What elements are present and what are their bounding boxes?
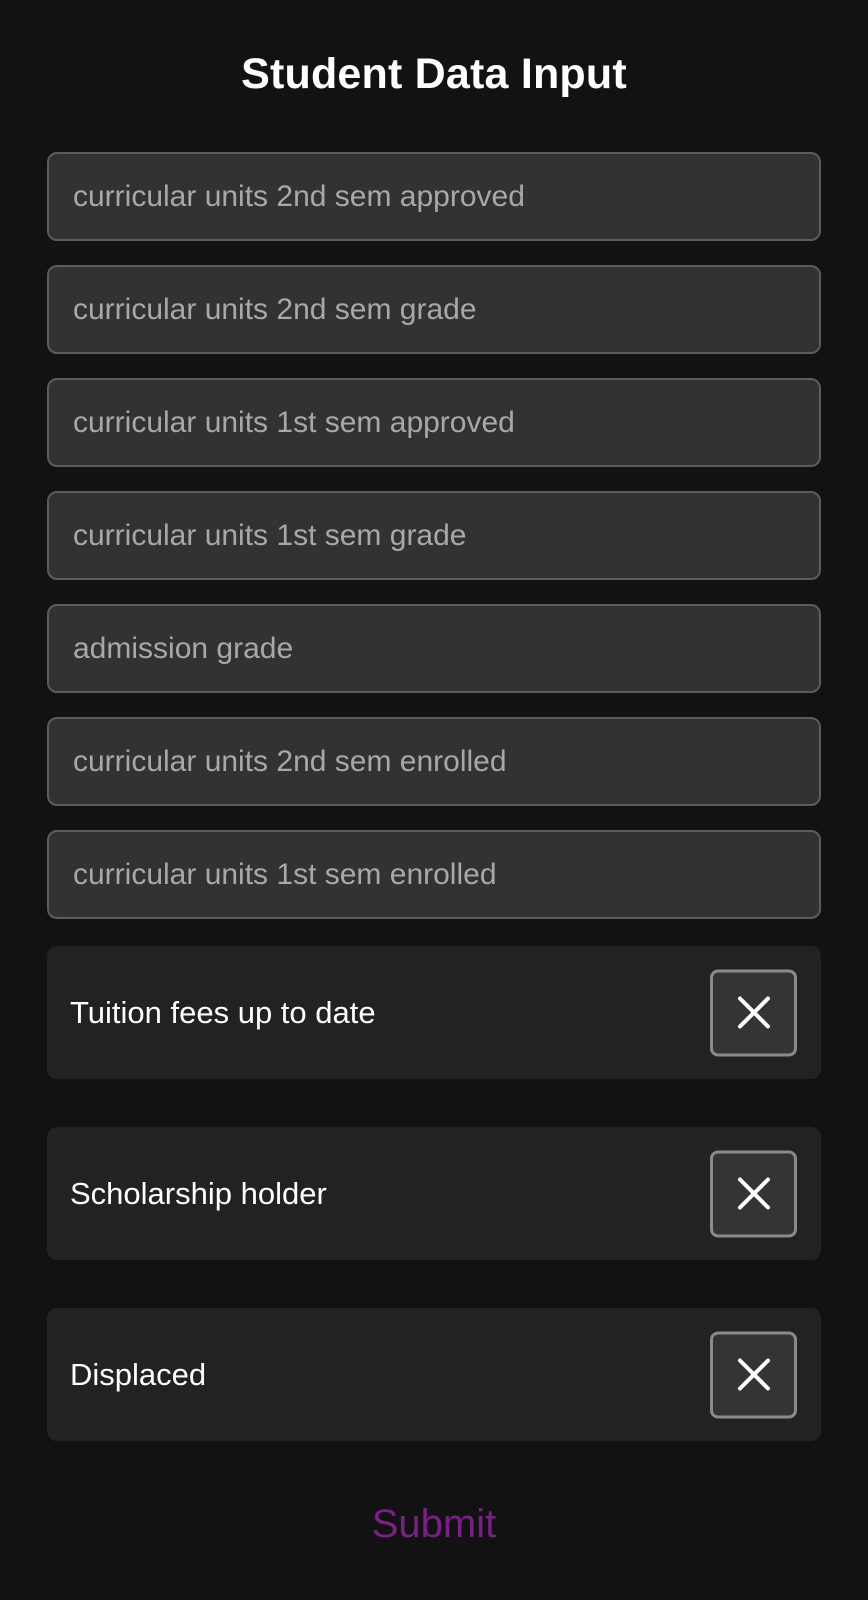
tuition-fees-checkbox[interactable] xyxy=(710,969,797,1056)
toggle-label-displaced: Displaced xyxy=(70,1356,207,1392)
toggle-row-displaced: Displaced xyxy=(47,1308,821,1441)
curricular-units-2nd-sem-grade-input[interactable] xyxy=(47,265,821,354)
scholarship-holder-checkbox[interactable] xyxy=(710,1150,797,1237)
curricular-units-1st-sem-grade-input[interactable] xyxy=(47,491,821,580)
admission-grade-input[interactable] xyxy=(47,604,821,693)
displaced-checkbox[interactable] xyxy=(710,1331,797,1418)
curricular-units-2nd-sem-enrolled-input[interactable] xyxy=(47,717,821,806)
toggle-list: Tuition fees up to date Scholarship hold… xyxy=(47,946,821,1489)
submit-button[interactable]: Submit xyxy=(0,1502,868,1547)
curricular-units-2nd-sem-approved-input[interactable] xyxy=(47,152,821,241)
close-icon xyxy=(737,1358,770,1391)
close-icon xyxy=(737,996,770,1029)
input-fields-list xyxy=(47,152,821,943)
toggle-row-tuition-fees: Tuition fees up to date xyxy=(47,946,821,1079)
toggle-label-scholarship-holder: Scholarship holder xyxy=(70,1175,327,1211)
curricular-units-1st-sem-enrolled-input[interactable] xyxy=(47,830,821,919)
curricular-units-1st-sem-approved-input[interactable] xyxy=(47,378,821,467)
toggle-row-scholarship-holder: Scholarship holder xyxy=(47,1127,821,1260)
close-icon xyxy=(737,1177,770,1210)
toggle-label-tuition-fees: Tuition fees up to date xyxy=(70,994,376,1030)
page-title: Student Data Input xyxy=(241,50,627,98)
